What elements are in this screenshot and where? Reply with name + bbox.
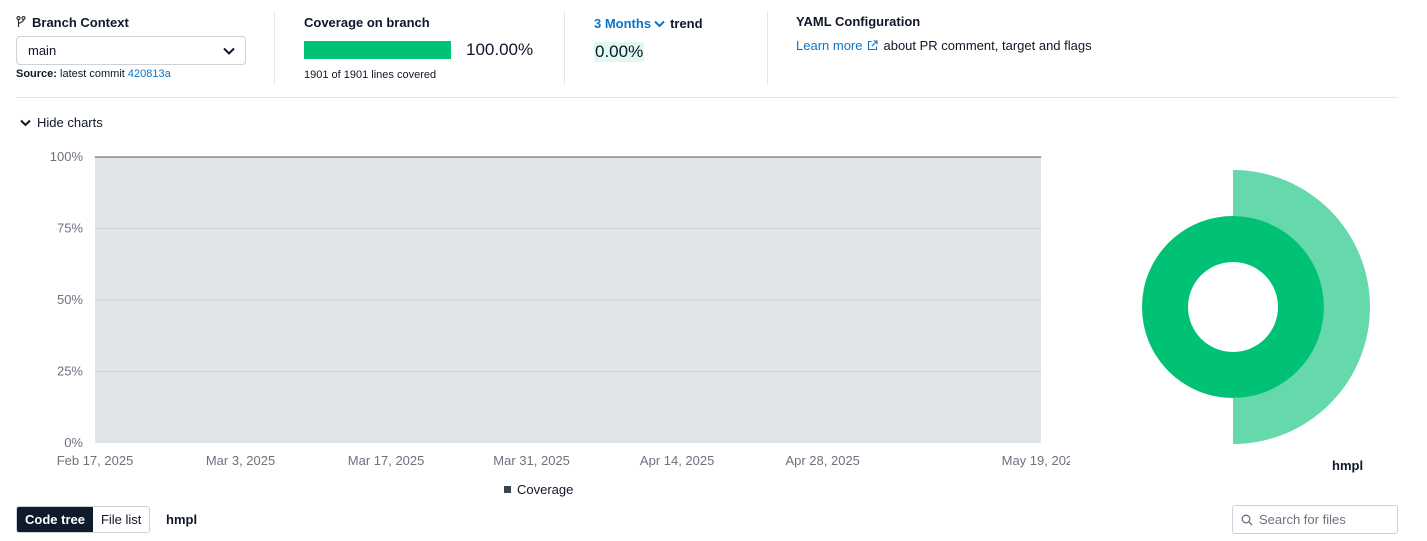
y-tick-label: 0%	[64, 435, 83, 450]
source-text: latest commit	[60, 68, 125, 80]
chevron-down-icon	[223, 47, 235, 55]
branch-select-value: main	[28, 43, 57, 58]
yaml-title: YAML Configuration	[796, 14, 921, 29]
data-point	[94, 156, 96, 158]
trend-section: 3 Months trend 0.00%	[581, 12, 768, 84]
hide-charts-label: Hide charts	[37, 115, 103, 130]
branch-icon	[16, 16, 26, 27]
trend-period-value: 3 Months	[594, 16, 652, 31]
coverage-row: 100.00%	[304, 40, 533, 60]
external-link-icon	[868, 40, 879, 51]
learn-more-link[interactable]: Learn more	[796, 38, 862, 53]
source-label: Source:	[16, 68, 57, 80]
x-tick-label: Mar 31, 2025	[493, 453, 570, 468]
chart-legend: Coverage	[504, 482, 573, 497]
commit-link[interactable]: 420813a	[128, 68, 171, 80]
y-tick-label: 75%	[57, 221, 83, 236]
chevron-down-icon	[20, 119, 31, 126]
search-icon	[1241, 514, 1253, 525]
legend-label-coverage: Coverage	[517, 482, 574, 497]
x-tick-label: Feb 17, 2025	[57, 453, 134, 468]
y-tick-label: 50%	[57, 292, 83, 307]
data-point	[676, 156, 678, 158]
trend-label: 3 Months trend	[594, 16, 703, 31]
tab-code-tree[interactable]: Code tree	[17, 507, 93, 532]
y-tick-label: 100%	[50, 149, 84, 164]
breadcrumb: hmpl	[166, 512, 198, 527]
branch-select[interactable]: main	[16, 36, 246, 65]
sunburst-label: hmpl	[1332, 458, 1364, 473]
x-tick-label: Mar 3, 2025	[206, 453, 275, 468]
coverage-chart-svg: 0% 25% 50% 75% 100% Feb 17, 2025 Mar 3, 2025 Ma…	[50, 149, 1070, 468]
tab-file-list[interactable]: File list	[92, 507, 150, 532]
search-box	[1232, 505, 1398, 534]
data-point	[240, 156, 242, 158]
trend-value: 0.00%	[594, 42, 645, 62]
coverage-percent: 100.00%	[466, 40, 534, 59]
sunburst-chart	[1142, 170, 1370, 444]
data-point	[1040, 156, 1042, 158]
view-tabs: Code tree File list	[16, 506, 151, 533]
legend-swatch	[504, 486, 511, 493]
hide-charts-toggle[interactable]: Hide charts	[20, 115, 103, 130]
data-point	[385, 156, 387, 158]
coverage-chart: 0% 25% 50% 75% 100% Feb 17, 2025 Mar 3, 2025 Ma…	[40, 148, 1070, 503]
x-tick-label: Apr 14, 2025	[640, 453, 714, 468]
coverage-summary: Branch Context main Source: latest commi…	[16, 12, 1397, 98]
x-tick-label: Apr 28, 2025	[785, 453, 859, 468]
search-input[interactable]	[1259, 512, 1389, 527]
coverage-section: Coverage on branch 100.00% 1901 of 1901 …	[291, 12, 565, 84]
y-tick-label: 25%	[57, 364, 83, 379]
trend-period-select[interactable]: 3 Months	[594, 16, 665, 31]
yaml-rest-text: about PR comment, target and flags	[883, 38, 1092, 53]
coverage-label: Coverage on branch	[304, 14, 430, 30]
branch-context-section: Branch Context main Source: latest commi…	[16, 12, 275, 84]
sunburst-inner-ring[interactable]	[1142, 216, 1324, 398]
branch-context-label: Branch Context	[16, 12, 274, 32]
chevron-down-icon	[654, 20, 665, 27]
yaml-section: YAML Configuration Learn more about PR c…	[796, 12, 1216, 84]
source-info: Source: latest commit 420813a	[16, 68, 171, 80]
coverage-progress-fill	[304, 41, 451, 59]
data-point	[822, 156, 824, 158]
x-tick-label: May 19, 2025	[1002, 453, 1070, 468]
coverage-progress-bar	[304, 41, 451, 59]
data-point	[531, 156, 533, 158]
coverage-lines: 1901 of 1901 lines covered	[304, 69, 437, 81]
yaml-description: Learn more about PR comment, target and …	[796, 38, 1092, 53]
trend-label-text: trend	[670, 16, 703, 31]
x-tick-label: Mar 17, 2025	[348, 453, 425, 468]
branch-context-title: Branch Context	[32, 14, 129, 30]
